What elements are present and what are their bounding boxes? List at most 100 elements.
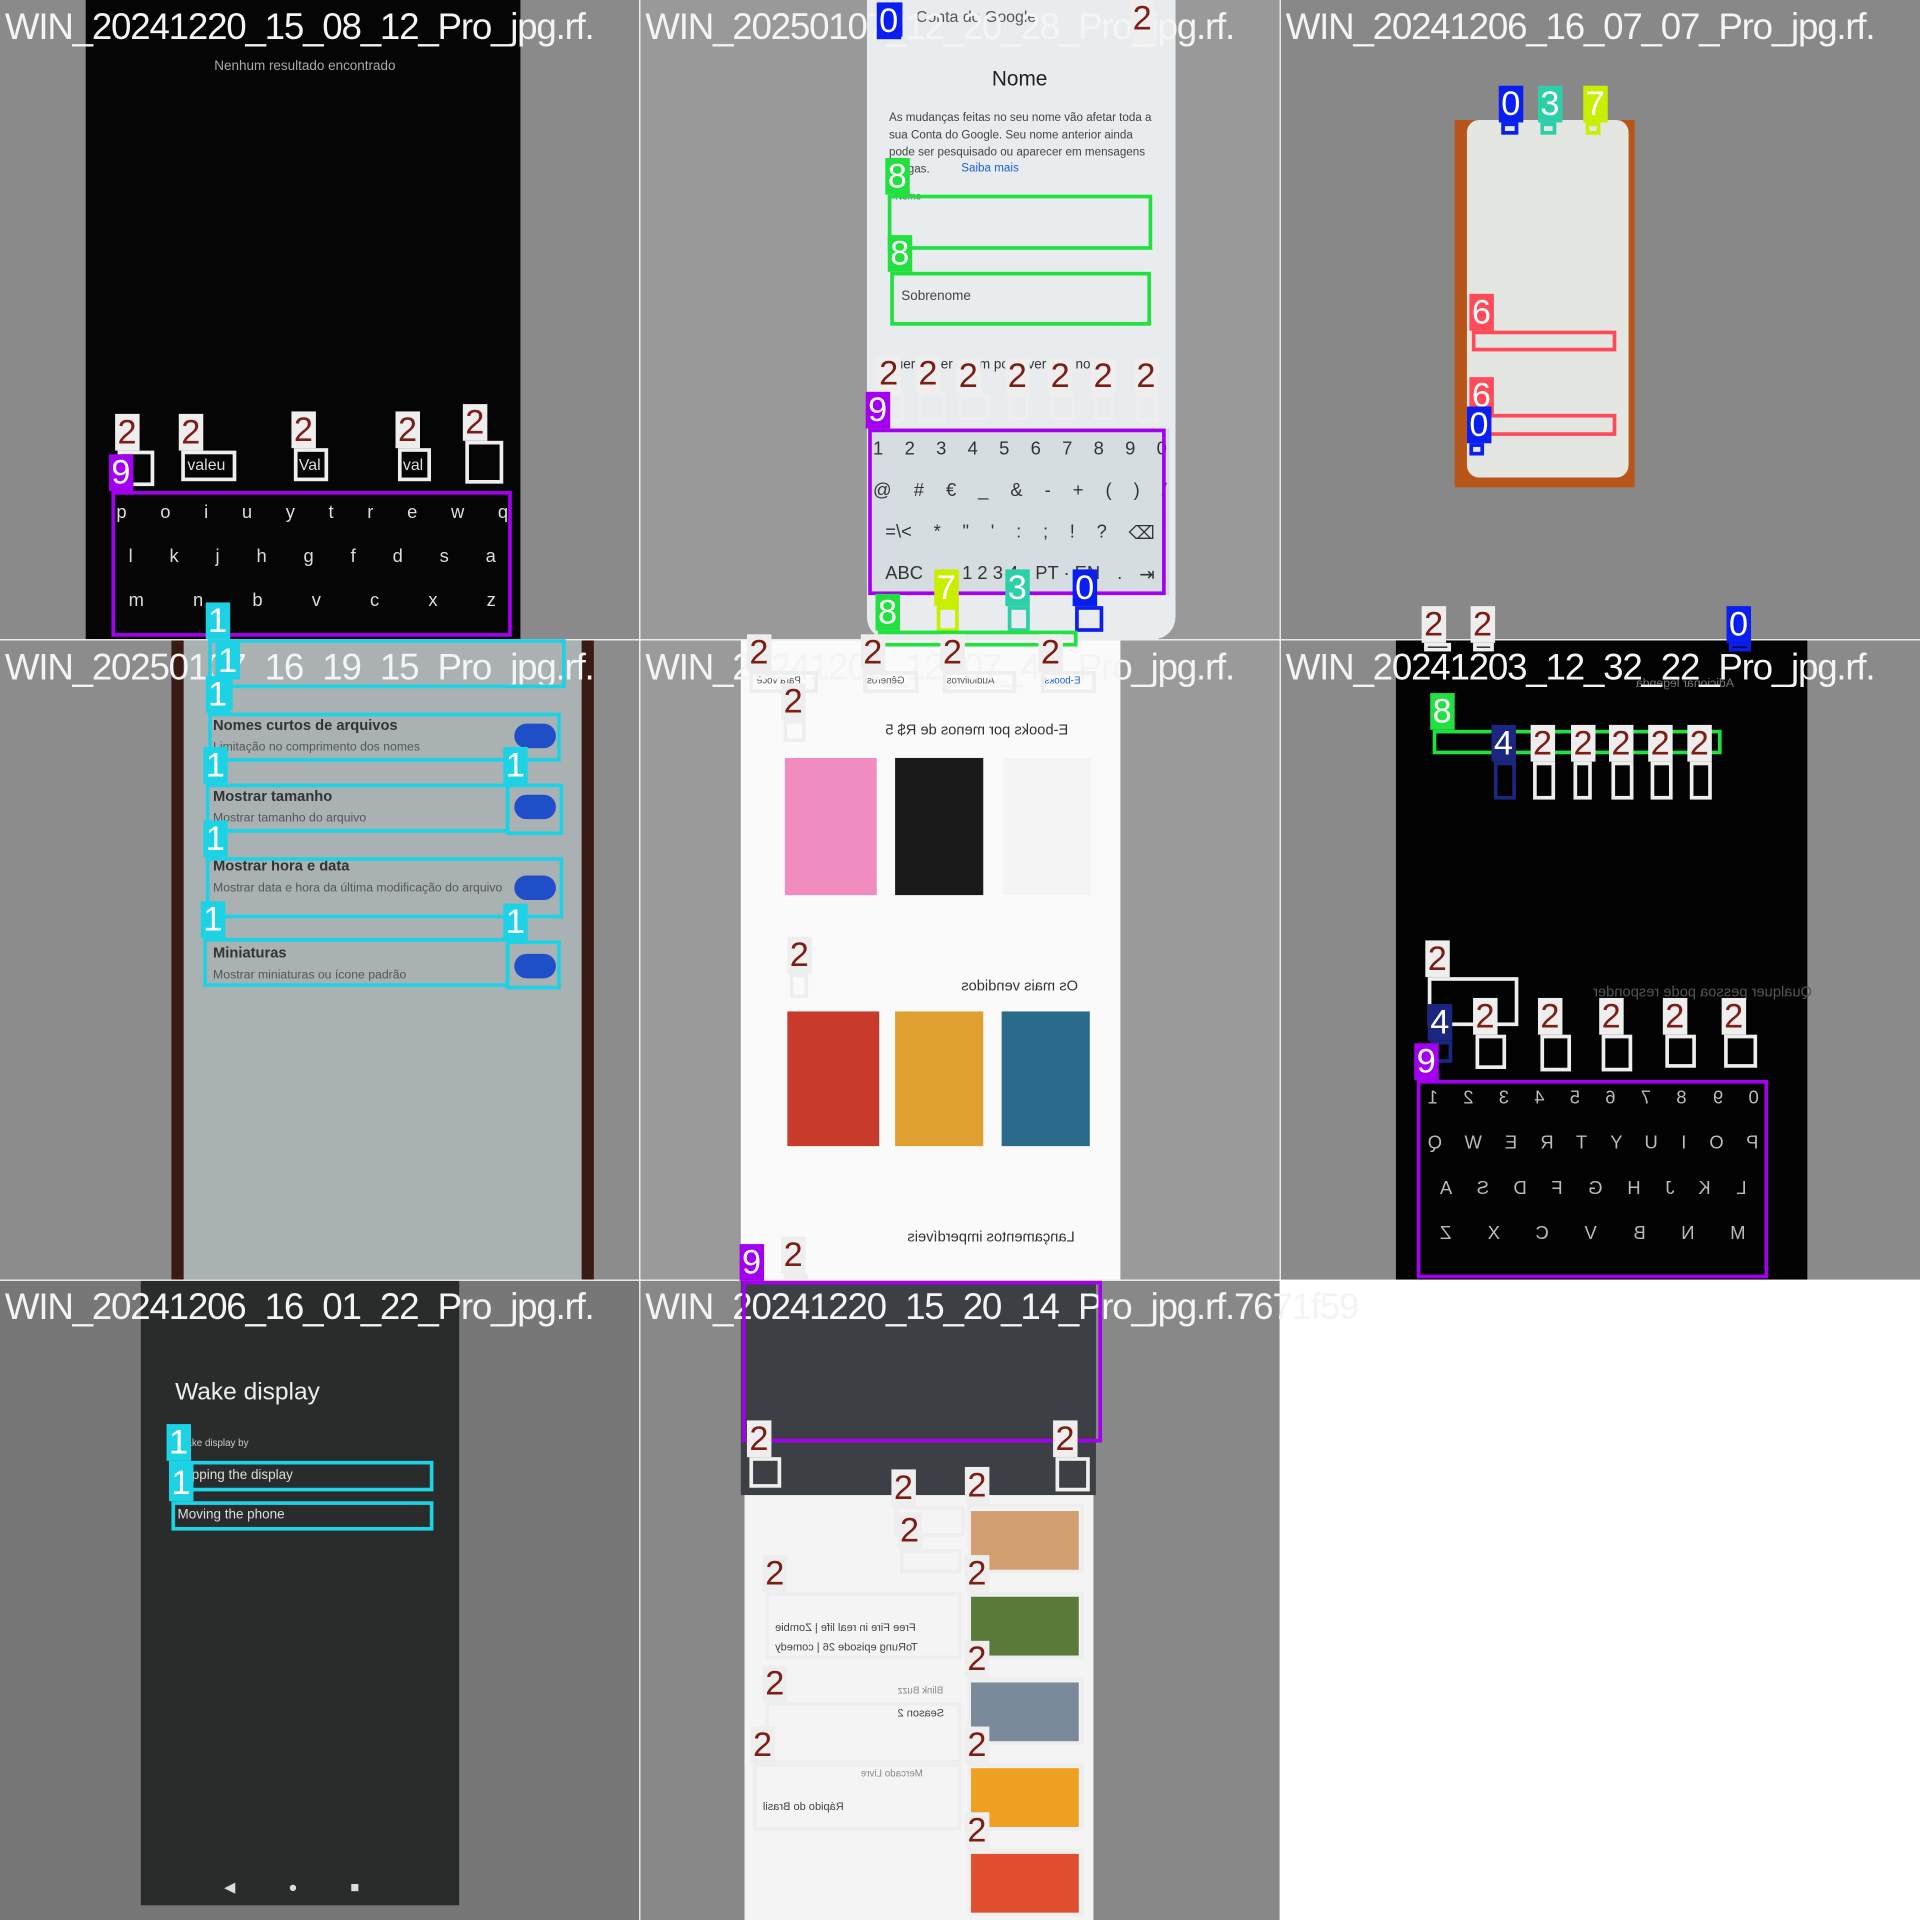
phone-screen xyxy=(140,1280,460,1906)
box-class-label: 1 xyxy=(203,746,228,784)
box-class-label: 1 xyxy=(503,903,528,941)
box-class-label: 9 xyxy=(739,1243,764,1281)
box-class-label: 8 xyxy=(887,234,912,272)
bounding-box-class-2 xyxy=(1540,1034,1572,1072)
bounding-box-class-6 xyxy=(1471,330,1617,352)
bounding-box-class-0 xyxy=(1075,606,1104,632)
box-class-label: 8 xyxy=(875,593,900,631)
box-class-label: 2 xyxy=(956,357,981,395)
page-title: Nome xyxy=(991,67,1048,91)
box-class-label: 2 xyxy=(762,1665,787,1703)
section-title: E-books por menos de R$ 5 xyxy=(885,721,1069,739)
bounding-box-class-1 xyxy=(203,937,510,987)
tile-filename: WIN_20241203_12_32_22_Pro_jpg.rf. xyxy=(1285,647,1876,689)
empty-result-text: Nenhum resultado encontrado xyxy=(214,58,396,74)
bounding-box-class-2 xyxy=(1665,1034,1696,1068)
box-class-label: 2 xyxy=(1130,0,1155,37)
box-class-label: 2 xyxy=(1005,357,1030,395)
section-title: Lançamentos imperdíveis xyxy=(907,1228,1075,1246)
bounding-box-class-2 xyxy=(1050,394,1076,421)
box-class-label: 2 xyxy=(915,354,940,392)
box-class-label: 0 xyxy=(876,2,901,40)
box-class-label: 2 xyxy=(1571,724,1595,762)
bounding-box-class-2 xyxy=(1533,761,1556,800)
box-class-label: 2 xyxy=(1648,724,1673,762)
box-class-label: 2 xyxy=(1687,724,1712,762)
reply-setting-text: Qualquer pessoa pode responder xyxy=(1593,983,1812,1001)
bounding-box-class-2 xyxy=(1136,394,1159,423)
bounding-box-class-9 xyxy=(742,1280,1103,1443)
book-cover[interactable] xyxy=(1001,1011,1090,1147)
box-class-label: 2 xyxy=(781,683,806,721)
box-class-label: 1 xyxy=(203,820,228,858)
box-class-label: 2 xyxy=(1599,997,1624,1035)
bounding-box-class-2 xyxy=(967,1848,1084,1917)
box-class-label: 2 xyxy=(1421,606,1446,643)
bounding-box-class-7 xyxy=(936,606,959,632)
box-class-label: 2 xyxy=(1662,997,1687,1035)
box-class-label: 2 xyxy=(750,1726,775,1764)
bounding-box-class-8 xyxy=(890,271,1152,326)
bounding-box-class-2 xyxy=(1473,642,1494,652)
box-class-label: 2 xyxy=(876,354,901,392)
box-class-label: 4 xyxy=(1427,1003,1452,1041)
box-class-label: 2 xyxy=(1537,997,1562,1035)
description: As mudanças feitas no seu nome vão afeta… xyxy=(888,111,1152,177)
box-class-label: 2 xyxy=(115,413,140,451)
box-class-label: 4 xyxy=(1491,724,1516,762)
box-class-label: 2 xyxy=(746,1420,771,1458)
box-class-label: 2 xyxy=(178,413,203,451)
bounding-box-class-2 xyxy=(1424,642,1452,652)
item-channel: Blink Buzz xyxy=(897,1684,944,1696)
bounding-box-class-2 xyxy=(1007,394,1029,421)
box-class-label: 2 xyxy=(964,1812,989,1849)
box-class-label: 2 xyxy=(1721,997,1746,1035)
box-class-label: 2 xyxy=(762,1554,787,1592)
bounding-box-class-2 xyxy=(1601,1034,1633,1072)
bounding-box-class-1 xyxy=(171,1501,434,1531)
box-class-label: 1 xyxy=(215,642,240,680)
bounding-box-class-0 xyxy=(1469,443,1485,456)
empty-tile xyxy=(1280,1280,1920,1920)
book-cover[interactable] xyxy=(784,757,877,896)
bounding-box-class-0 xyxy=(1728,642,1752,652)
bounding-box-class-3 xyxy=(1540,122,1557,135)
bounding-box-class-2 xyxy=(900,1548,962,1574)
page-title: Wake display xyxy=(175,1378,320,1406)
box-class-label: 1 xyxy=(168,1464,193,1502)
box-class-label: 8 xyxy=(1430,692,1455,730)
box-class-label: 2 xyxy=(964,1726,989,1764)
tile-filename: WIN_20241220_15_08_12_Pro_jpg.rf. xyxy=(4,7,595,48)
box-class-label: 1 xyxy=(503,746,528,784)
learn-more-link[interactable]: Saiba mais xyxy=(961,162,1019,175)
box-class-label: 2 xyxy=(1608,724,1633,762)
box-class-label: 1 xyxy=(166,1423,191,1461)
bounding-box-class-2 xyxy=(1650,761,1673,800)
tile-filename: WIN_20241206_16_01_22_Pro_jpg.rf. xyxy=(4,1286,595,1328)
bounding-box-class-2 xyxy=(765,1702,962,1764)
box-class-label: 1 xyxy=(205,675,230,713)
bounding-box-class-2 xyxy=(863,671,919,694)
bounding-box-class-2 xyxy=(465,440,504,484)
box-class-label: 2 xyxy=(964,1640,989,1678)
book-cover[interactable] xyxy=(787,1011,880,1147)
box-class-label: 2 xyxy=(1038,634,1063,672)
bounding-box-class-2 xyxy=(1689,761,1712,800)
bounding-box-class-2 xyxy=(1573,761,1592,800)
bounding-box-class-9 xyxy=(111,491,512,637)
bounding-box-class-2 xyxy=(942,671,1017,694)
bounding-box-class-2 xyxy=(765,1591,962,1660)
box-class-label: 2 xyxy=(964,1554,989,1592)
book-cover[interactable] xyxy=(1002,757,1092,896)
box-class-label: 1 xyxy=(200,901,225,938)
box-class-label: 9 xyxy=(865,391,890,429)
book-cover[interactable] xyxy=(895,757,984,896)
bounding-box-class-2 xyxy=(397,448,432,482)
box-class-label: 2 xyxy=(940,634,965,672)
box-class-label: 1 xyxy=(205,602,230,640)
bounding-box-class-2 xyxy=(1724,1034,1758,1068)
training-batch-mosaic: Nenhum resultado encontrado valeu Val va… xyxy=(0,0,1920,1920)
box-class-label: 0 xyxy=(1072,569,1097,607)
book-cover[interactable] xyxy=(895,1011,984,1147)
box-class-label: 2 xyxy=(1425,940,1450,978)
